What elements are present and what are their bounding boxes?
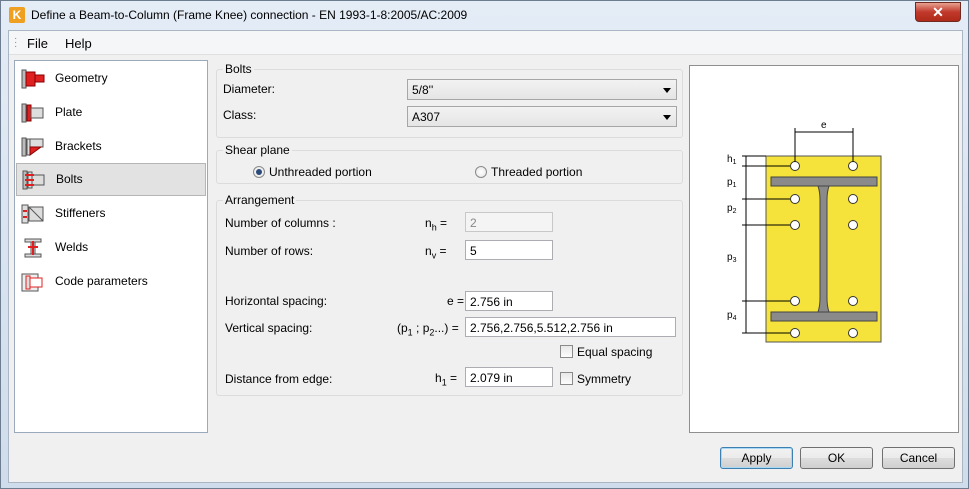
rows-field[interactable]: 5: [465, 240, 553, 260]
ok-button[interactable]: OK: [800, 447, 873, 469]
p2-dimension-label: p2: [727, 203, 737, 215]
bolts-icon: [22, 170, 45, 190]
chevron-down-icon: [663, 88, 671, 93]
beam-web: [817, 185, 830, 313]
nav-label-welds: Welds: [55, 240, 89, 254]
rows-symbol: nv =: [425, 244, 447, 261]
bolt-hole: [848, 296, 858, 306]
nav-label-plate: Plate: [55, 105, 83, 119]
hspacing-symbol: e =: [447, 294, 465, 308]
chevron-down-icon: [663, 115, 671, 120]
geometry-icon: [21, 69, 45, 89]
cancel-button[interactable]: Cancel: [882, 447, 955, 469]
diameter-value: 5/8'': [412, 83, 434, 97]
bolt-hole: [848, 194, 858, 204]
window-title: Define a Beam-to-Column (Frame Knee) con…: [31, 8, 468, 22]
p3-dimension-label: p3: [727, 252, 737, 264]
p4-dimension-label: p4: [727, 310, 737, 322]
nav-item-welds[interactable]: Welds: [16, 231, 206, 264]
bolt-hole: [848, 328, 858, 338]
plate-icon: [21, 103, 44, 123]
diameter-select[interactable]: 5/8'': [407, 79, 677, 100]
symmetry-label[interactable]: Symmetry: [577, 372, 631, 386]
bolt-hole: [790, 328, 800, 338]
bolt-layout-diagram: e h1 p1 p2 p3 p4: [727, 120, 882, 343]
bolt-hole: [790, 296, 800, 306]
bolts-group-title: Bolts: [223, 62, 254, 76]
bolt-hole: [790, 194, 800, 204]
arrangement-title: Arrangement: [223, 193, 297, 207]
symmetry-checkbox[interactable]: [560, 372, 573, 385]
menu-file[interactable]: File: [27, 36, 48, 51]
nav-item-stiffeners[interactable]: Stiffeners: [16, 197, 206, 230]
apply-button[interactable]: Apply: [720, 447, 793, 469]
bolt-hole: [790, 220, 800, 230]
nav-label-code-parameters: Code parameters: [55, 274, 148, 288]
title-bar: K Define a Beam-to-Column (Frame Knee) c…: [1, 1, 968, 30]
h1-dimension-label: h1: [727, 154, 737, 166]
columns-field: 2: [465, 212, 553, 232]
class-value: A307: [412, 110, 441, 124]
nav-item-brackets[interactable]: Brackets: [16, 130, 206, 163]
threaded-radio[interactable]: [475, 166, 487, 178]
shear-plane-title: Shear plane: [223, 143, 292, 157]
app-icon: K: [9, 7, 25, 23]
nav-item-bolts[interactable]: Bolts: [16, 163, 206, 196]
dialog-client: · · · File Help Geometry Plate Brackets Bo…: [8, 30, 963, 483]
equal-spacing-checkbox[interactable]: [560, 345, 573, 358]
menu-help[interactable]: Help: [65, 36, 92, 51]
vspacing-symbol: (p1 ; p2...) =: [397, 321, 459, 338]
unthreaded-label[interactable]: Unthreaded portion: [269, 165, 372, 179]
nav-label-bolts: Bolts: [56, 172, 83, 186]
diameter-label: Diameter:: [223, 82, 276, 96]
edge-distance-symbol: h1 =: [435, 371, 458, 388]
nav-label-stiffeners: Stiffeners: [55, 206, 106, 220]
section-nav: Geometry Plate Brackets Bolts Stiffeners…: [14, 60, 208, 433]
equal-spacing-label[interactable]: Equal spacing: [577, 345, 652, 359]
nav-item-code-parameters[interactable]: Code parameters: [16, 265, 206, 298]
edge-distance-label: Distance from edge:: [225, 372, 333, 386]
e-dimension-label: e: [821, 120, 827, 131]
nav-label-geometry: Geometry: [55, 71, 108, 85]
preview-panel: e h1 p1 p2 p3 p4: [689, 65, 959, 433]
rows-label: Number of rows:: [225, 244, 314, 258]
nav-item-geometry[interactable]: Geometry: [16, 62, 206, 95]
p1-dimension-label: p1: [727, 177, 737, 189]
bolt-hole: [848, 161, 858, 171]
vspacing-field[interactable]: 2.756,2.756,5.512,2.756 in: [465, 317, 676, 337]
edge-distance-field[interactable]: 2.079 in: [465, 367, 553, 387]
brackets-icon: [21, 137, 44, 157]
close-button[interactable]: ✕: [915, 2, 961, 22]
hspacing-label: Horizontal spacing:: [225, 294, 328, 308]
menu-bar: · · · File Help: [9, 31, 962, 55]
beam-top-flange: [770, 176, 878, 187]
threaded-label[interactable]: Threaded portion: [491, 165, 582, 179]
welds-icon: [24, 238, 42, 258]
columns-symbol: nh =: [425, 216, 448, 233]
menu-grip-icon: · · ·: [14, 33, 18, 52]
nav-label-brackets: Brackets: [55, 139, 102, 153]
stiffeners-icon: [21, 204, 44, 224]
class-label: Class:: [223, 108, 257, 122]
hspacing-field[interactable]: 2.756 in: [465, 291, 553, 311]
beam-bottom-flange: [770, 311, 878, 322]
columns-label: Number of columns :: [225, 216, 336, 230]
unthreaded-radio[interactable]: [253, 166, 265, 178]
code-parameters-icon: [21, 273, 43, 292]
vspacing-label: Vertical spacing:: [225, 321, 313, 335]
bolt-hole: [848, 220, 858, 230]
nav-item-plate[interactable]: Plate: [16, 96, 206, 129]
dialog-window: K Define a Beam-to-Column (Frame Knee) c…: [0, 0, 969, 489]
bolt-hole: [790, 161, 800, 171]
class-select[interactable]: A307: [407, 106, 677, 127]
